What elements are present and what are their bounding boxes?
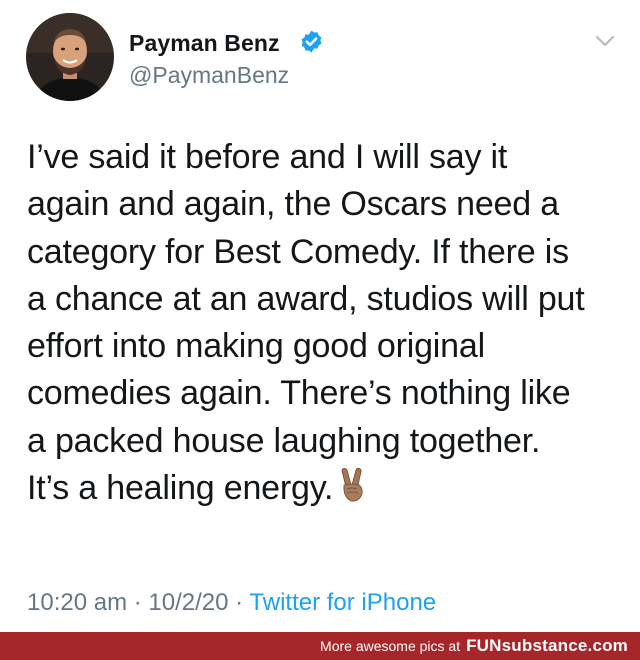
tweet-line: comedies again. There’s nothing like — [27, 374, 571, 413]
meta-separator: · — [133, 589, 142, 616]
user-handle[interactable]: @PaymanBenz — [129, 62, 289, 89]
tweet-line: again and again, the Oscars need a — [27, 185, 559, 224]
tweet-card: Payman Benz @PaymanBenz I’ve said it bef… — [0, 0, 640, 632]
tweet-line: a chance at an award, studios will put — [27, 279, 585, 318]
tweet-meta: 10:20 am · 10/2/20 · Twitter for iPhone — [27, 589, 436, 617]
tweet-date[interactable]: 10/2/20 — [148, 589, 228, 616]
watermark-brand-link[interactable]: FUNsubstance.com — [466, 636, 628, 656]
tweet-last-line: It’s a healing energy. — [27, 465, 622, 512]
victory-hand-emoji-icon — [341, 467, 363, 502]
tweet-source-link[interactable]: Twitter for iPhone — [249, 589, 436, 616]
tweet-line: a packed house laughing together. — [27, 421, 541, 460]
tweet-line: It’s a healing energy. — [27, 469, 334, 508]
verified-badge-icon — [301, 30, 322, 53]
tweet-line: I’ve said it before and I will say it — [27, 138, 508, 176]
meta-separator: · — [235, 589, 244, 616]
avatar[interactable] — [26, 13, 114, 101]
watermark-tagline: More awesome pics at — [320, 638, 461, 654]
tweet-line: effort into making good original — [27, 327, 485, 366]
tweet-line: category for Best Comedy. If there is — [27, 232, 569, 271]
chevron-down-icon[interactable] — [592, 32, 618, 50]
display-name[interactable]: Payman Benz — [129, 30, 280, 57]
tweet-text: I’ve said it before and I will say it ag… — [27, 134, 622, 512]
watermark-footer: More awesome pics at FUNsubstance.com — [0, 632, 640, 660]
tweet-time[interactable]: 10:20 am — [27, 589, 127, 616]
